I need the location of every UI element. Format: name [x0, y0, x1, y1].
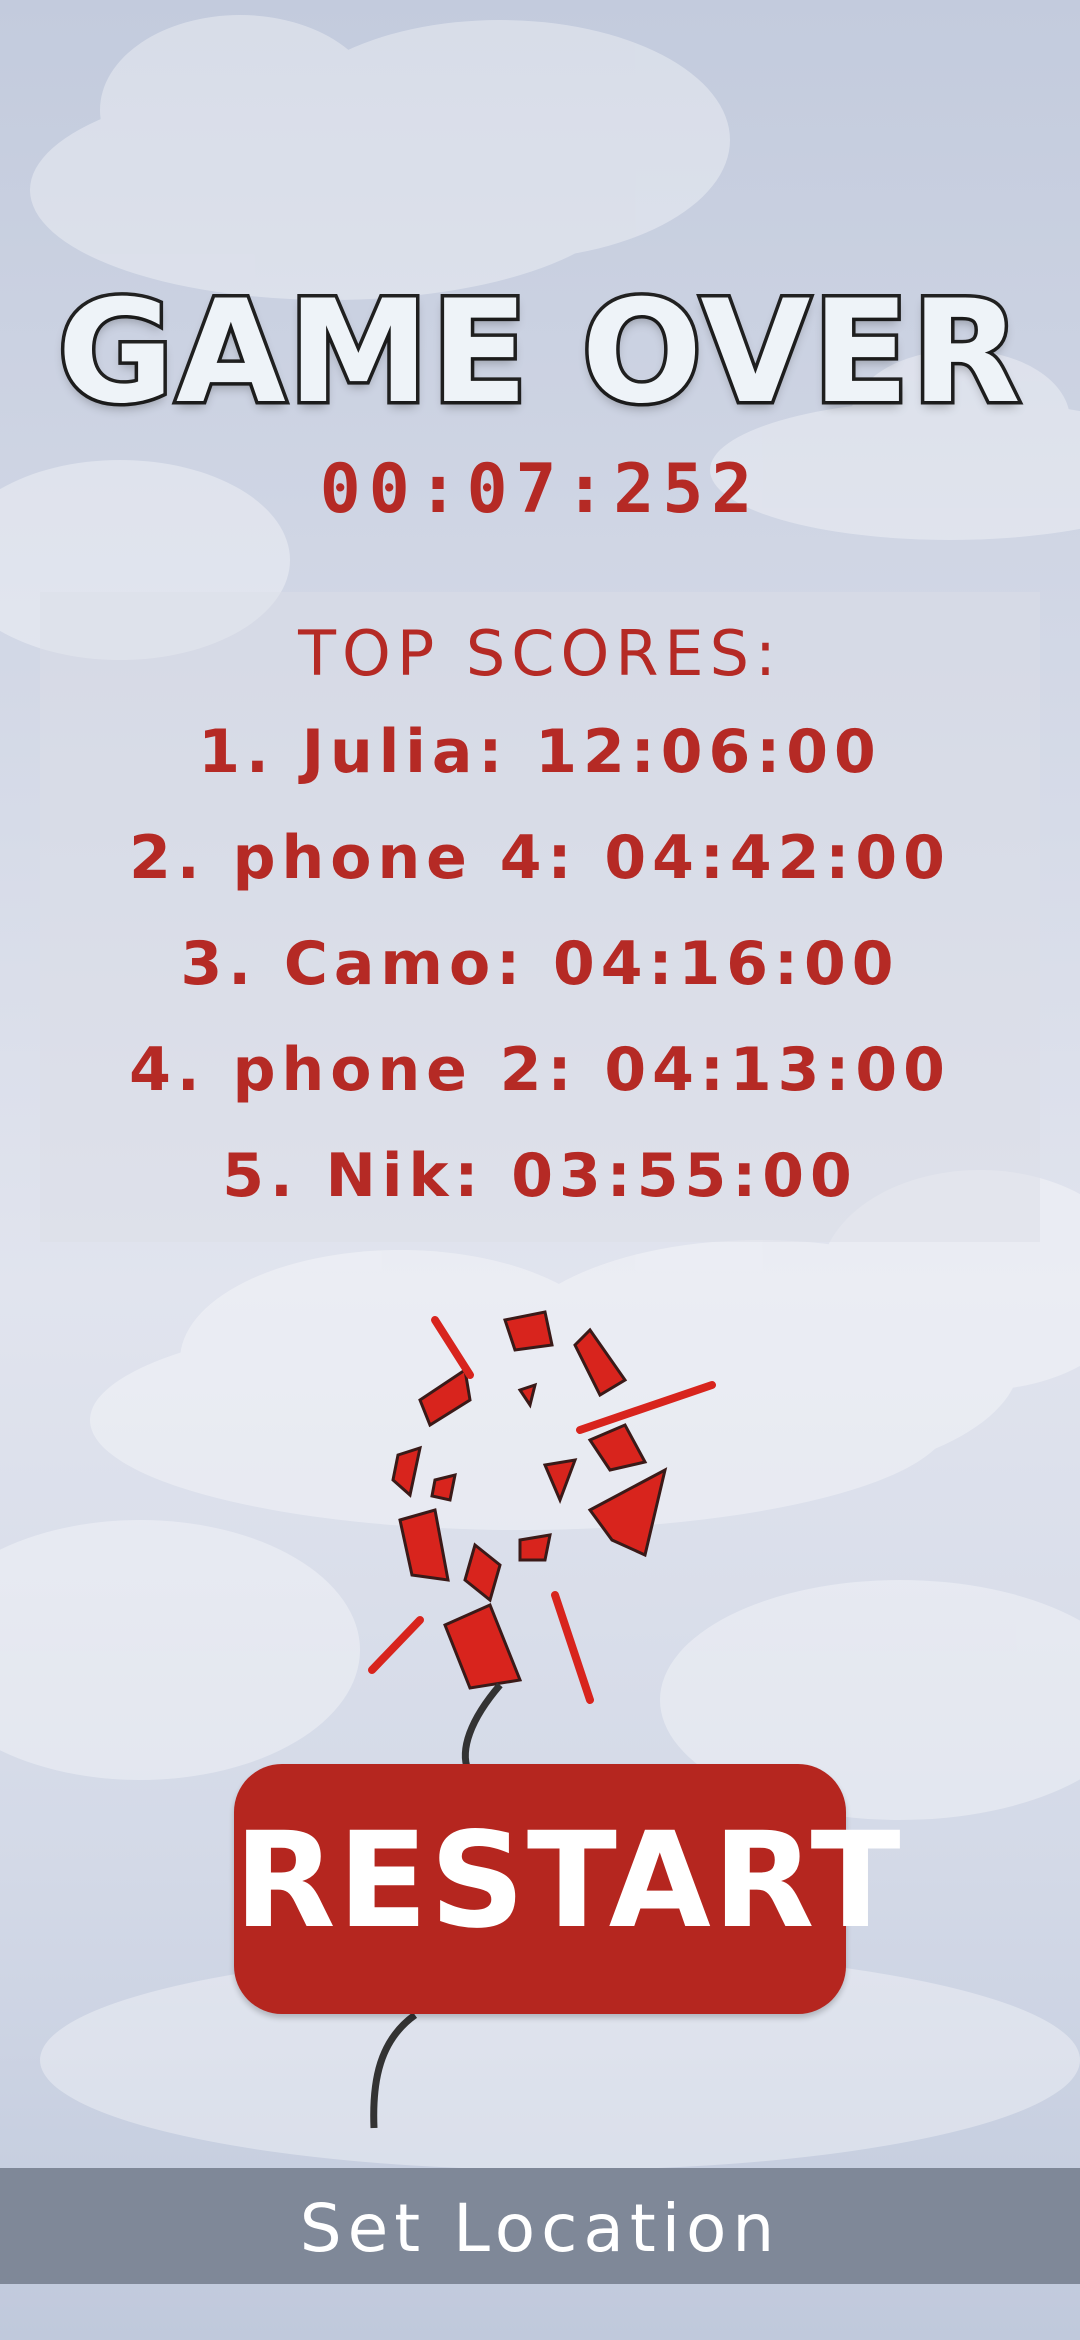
elapsed-time: 00:07:252 — [319, 450, 761, 529]
restart-button-label: RESTART — [234, 1804, 903, 1958]
score-row: 1. Julia: 12:06:00 — [198, 717, 882, 787]
top-scores-title: TOP SCORES: — [298, 617, 782, 690]
restart-button[interactable]: RESTART — [234, 1764, 903, 2014]
top-scores-panel: TOP SCORES: 1. Julia: 12:06:00 2. phone … — [40, 592, 1040, 1242]
score-row: 3. Camo: 04:16:00 — [180, 929, 900, 999]
score-row: 2. phone 4: 04:42:00 — [129, 823, 951, 893]
popped-balloon-icon — [368, 1310, 716, 2129]
set-location-button[interactable]: Set Location — [0, 2168, 1080, 2284]
score-row: 5. Nik: 03:55:00 — [222, 1141, 858, 1211]
score-row: 4. phone 2: 04:13:00 — [129, 1035, 951, 1105]
set-location-label: Set Location — [299, 2190, 781, 2267]
game-over-title: GAME OVER — [54, 267, 1024, 439]
